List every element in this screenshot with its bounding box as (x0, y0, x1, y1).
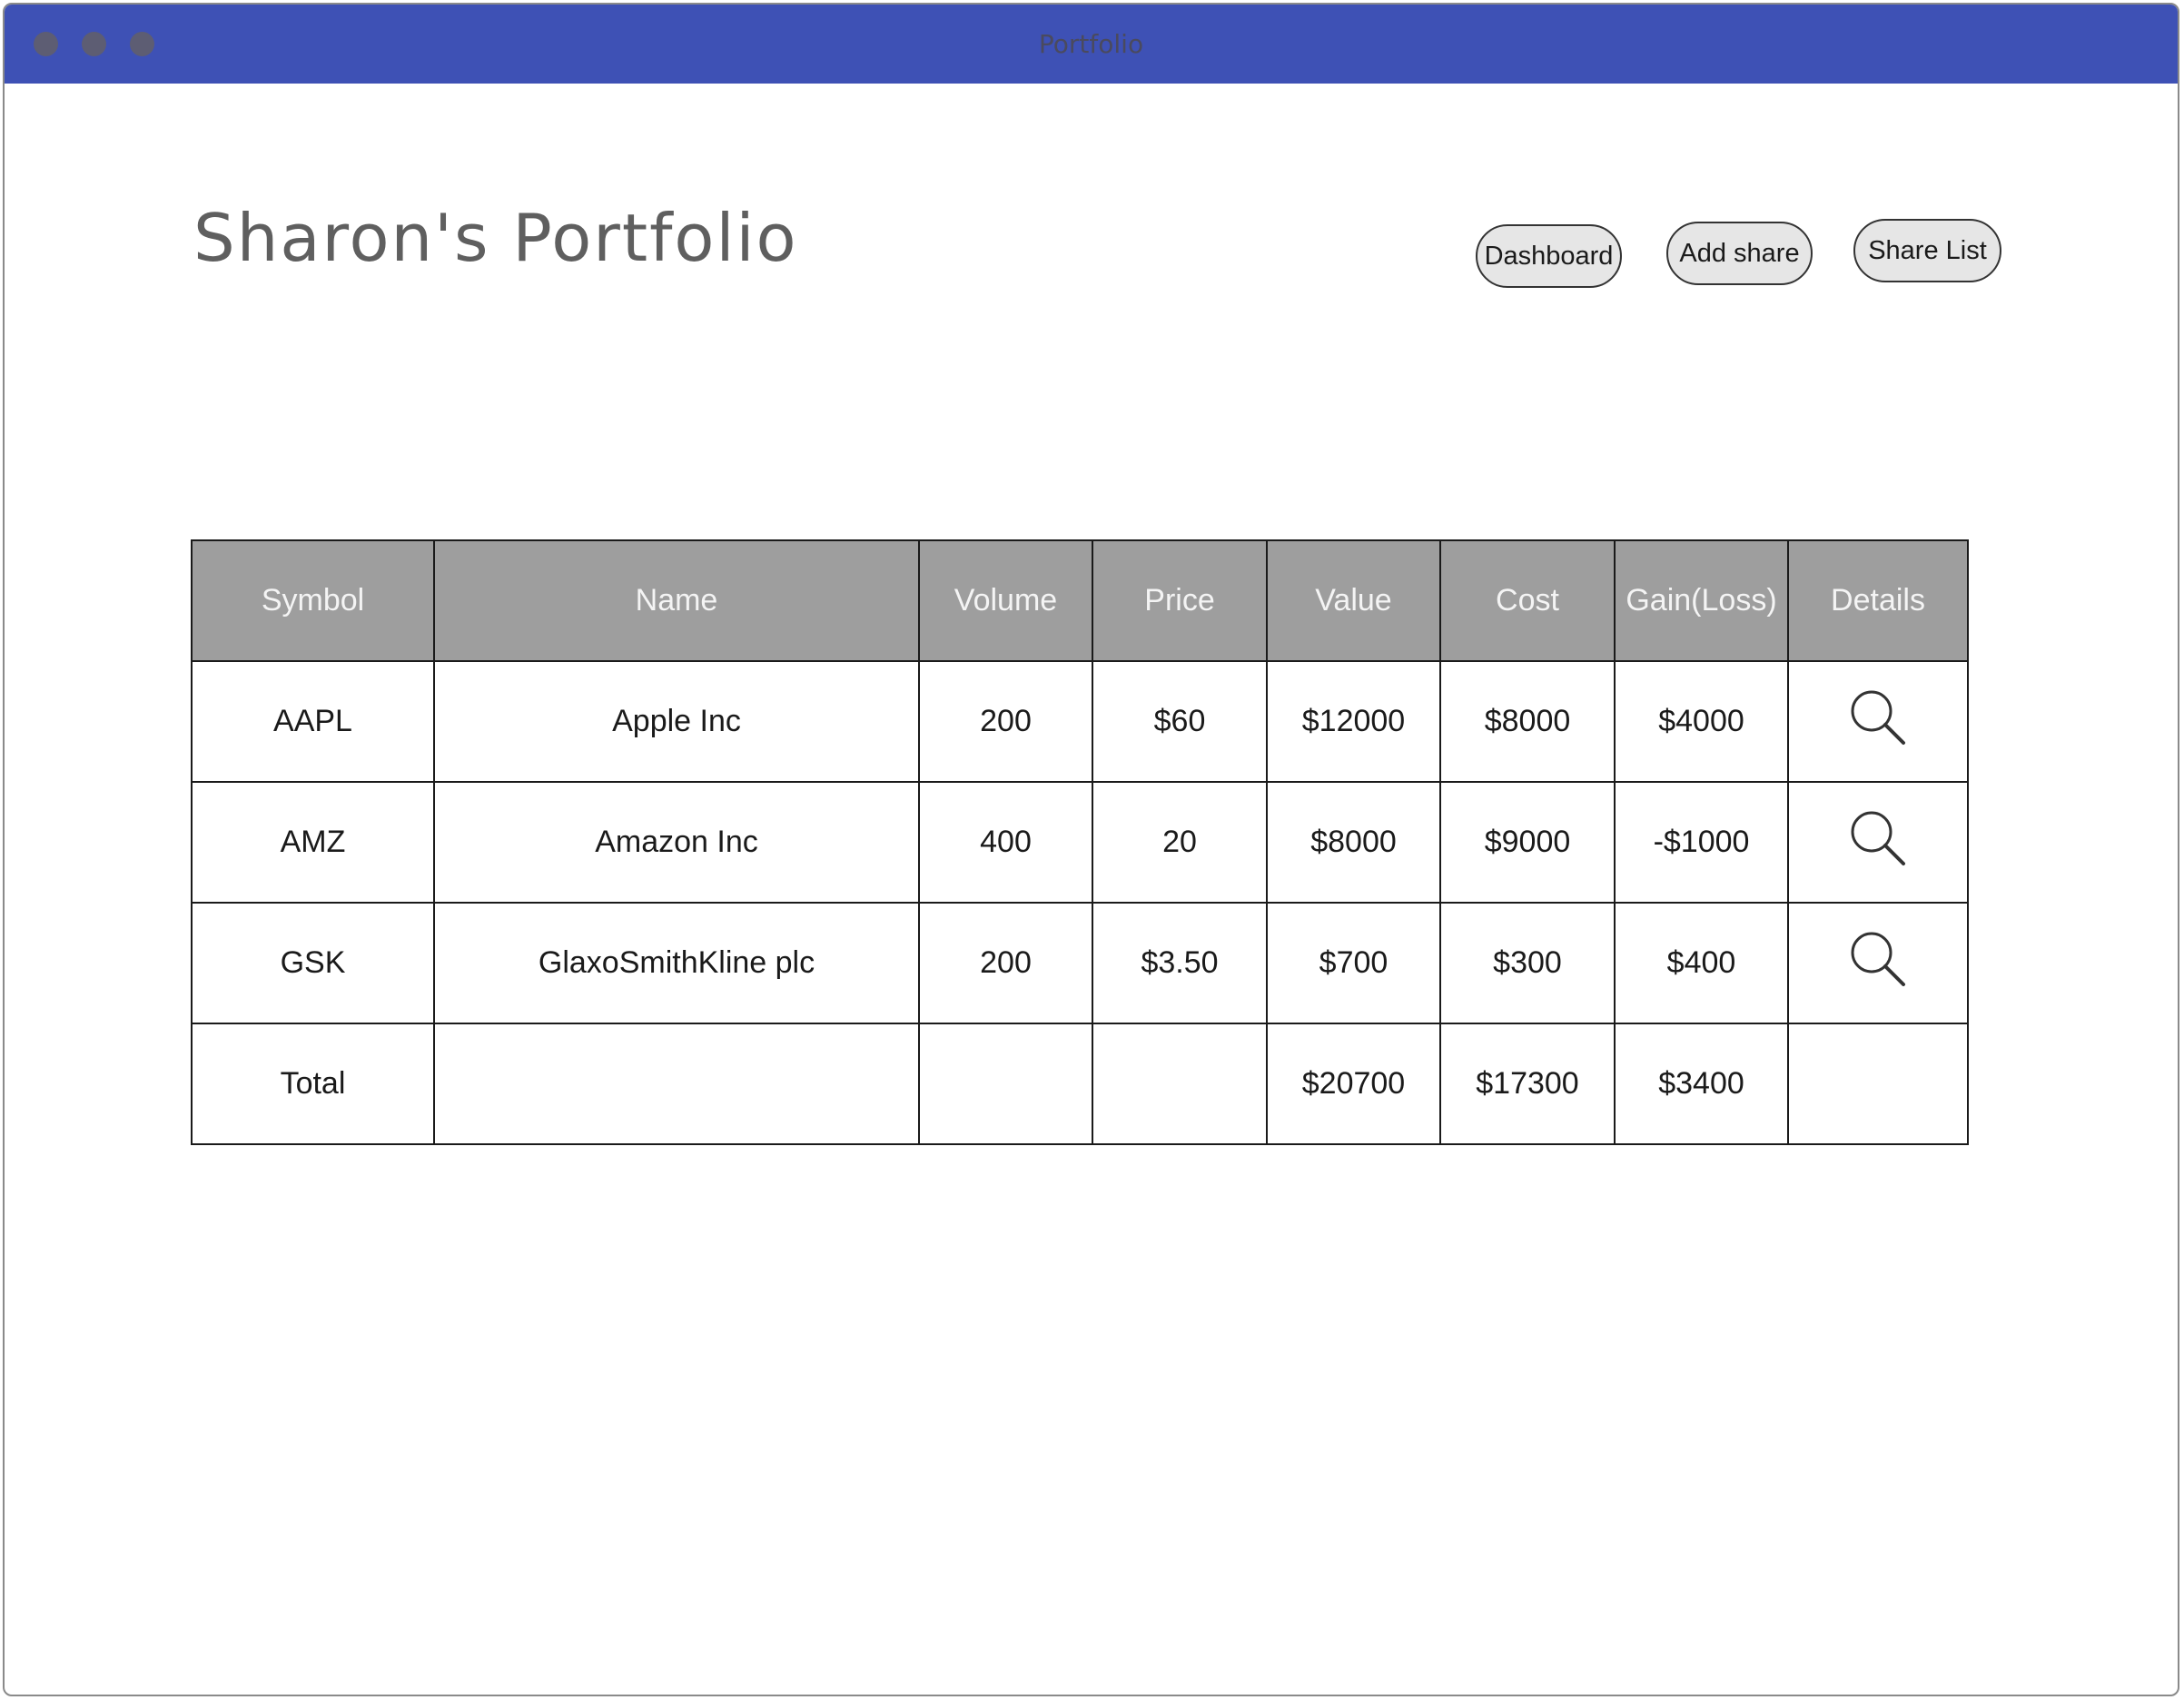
column-header-details[interactable]: Details (1787, 539, 1969, 662)
cell-gain-loss: $400 (1614, 902, 1789, 1024)
window-title: Portfolio (1038, 29, 1144, 59)
table-row: AAPL Apple Inc 200 $60 $12000 $8000 $400… (191, 660, 1969, 783)
cell-gain-loss: -$1000 (1614, 781, 1789, 904)
magnifier-icon[interactable] (1848, 687, 1908, 747)
dashboard-button[interactable]: Dashboard (1476, 224, 1622, 288)
title-bar: Portfolio (5, 5, 2178, 84)
cell-price: $60 (1092, 660, 1268, 783)
cell-name: GlaxoSmithKline plc (433, 902, 920, 1024)
column-header-volume[interactable]: Volume (918, 539, 1093, 662)
cell-volume: 400 (918, 781, 1093, 904)
magnifier-icon[interactable] (1848, 929, 1908, 989)
total-gain-loss: $3400 (1614, 1023, 1789, 1145)
cell-cost: $300 (1439, 902, 1616, 1024)
cell-value: $700 (1266, 902, 1441, 1024)
cell-value: $8000 (1266, 781, 1441, 904)
page-title: Sharon's Portfolio (193, 200, 798, 276)
portfolio-table: Symbol Name Volume Price Value Cost Gain… (191, 539, 1969, 1145)
cell-name: Amazon Inc (433, 781, 920, 904)
total-cost: $17300 (1439, 1023, 1616, 1145)
cell-volume: 200 (918, 902, 1093, 1024)
total-row: Total $20700 $17300 $3400 (191, 1023, 1969, 1145)
cell-details (1787, 781, 1969, 904)
total-price (1092, 1023, 1268, 1145)
total-volume (918, 1023, 1093, 1145)
column-header-symbol[interactable]: Symbol (191, 539, 435, 662)
cell-name: Apple Inc (433, 660, 920, 783)
add-share-button[interactable]: Add share (1666, 222, 1813, 285)
table-row: AMZ Amazon Inc 400 20 $8000 $9000 -$1000 (191, 781, 1969, 904)
table-header-row: Symbol Name Volume Price Value Cost Gain… (191, 539, 1969, 662)
cell-gain-loss: $4000 (1614, 660, 1789, 783)
cell-value: $12000 (1266, 660, 1441, 783)
column-header-cost[interactable]: Cost (1439, 539, 1616, 662)
magnifier-icon[interactable] (1848, 808, 1908, 868)
column-header-gain-loss[interactable]: Gain(Loss) (1614, 539, 1789, 662)
app-window: Portfolio Sharon's Portfolio Dashboard A… (3, 3, 2179, 1696)
total-label: Total (191, 1023, 435, 1145)
cell-symbol: AAPL (191, 660, 435, 783)
cell-price: $3.50 (1092, 902, 1268, 1024)
cell-cost: $8000 (1439, 660, 1616, 783)
column-header-value[interactable]: Value (1266, 539, 1441, 662)
total-value: $20700 (1266, 1023, 1441, 1145)
column-header-name[interactable]: Name (433, 539, 920, 662)
column-header-price[interactable]: Price (1092, 539, 1268, 662)
total-details (1787, 1023, 1969, 1145)
cell-volume: 200 (918, 660, 1093, 783)
share-list-button[interactable]: Share List (1853, 219, 2001, 282)
cell-symbol: AMZ (191, 781, 435, 904)
cell-price: 20 (1092, 781, 1268, 904)
cell-symbol: GSK (191, 902, 435, 1024)
cell-cost: $9000 (1439, 781, 1616, 904)
total-name (433, 1023, 920, 1145)
cell-details (1787, 660, 1969, 783)
table-row: GSK GlaxoSmithKline plc 200 $3.50 $700 $… (191, 902, 1969, 1024)
cell-details (1787, 902, 1969, 1024)
